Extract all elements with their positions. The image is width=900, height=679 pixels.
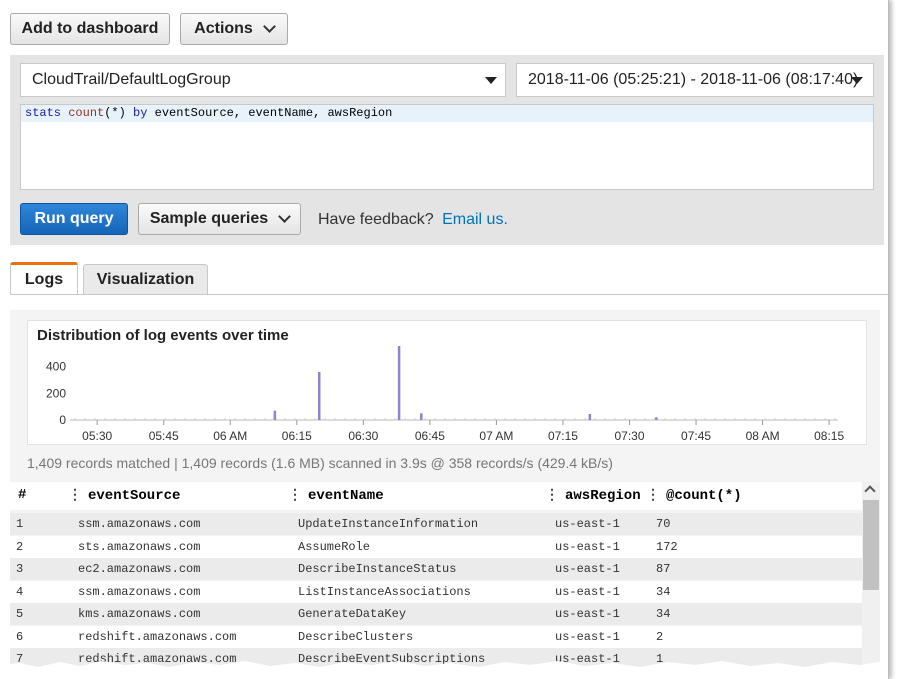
cell-number: 3	[16, 562, 24, 576]
cell-aws-region: us-east-1	[555, 629, 620, 644]
tab-visualization[interactable]: Visualization	[83, 264, 208, 295]
scrollbar-thumb[interactable]	[863, 500, 879, 590]
column-handle-icon: ⋮	[545, 488, 559, 504]
column-handle-icon: ⋮	[646, 488, 660, 504]
actions-label: Actions	[194, 20, 253, 37]
query-args: (*)	[104, 106, 126, 120]
cell-event-source: ec2.amazonaws.com	[78, 562, 201, 576]
cell-number: 6	[16, 629, 24, 644]
email-us-link[interactable]: Email us.	[442, 211, 508, 228]
cell-event-name: AssumeRole	[298, 539, 371, 554]
cell-aws-region: us-east-1	[555, 517, 620, 531]
add-to-dashboard-button[interactable]: Add to dashboard	[10, 13, 170, 45]
actions-button[interactable]: Actions	[180, 13, 288, 45]
cell-event-source: ssm.amazonaws.com	[78, 517, 201, 531]
cell-event-name: DescribeClusters	[298, 629, 414, 644]
table-row[interactable]: 2 sts.amazonaws.com AssumeRole us-east-1 172	[10, 535, 862, 558]
col-header-number: #	[18, 487, 27, 503]
col-header-event-source[interactable]: ⋮ eventSource	[68, 487, 180, 504]
cell-aws-region: us-east-1	[555, 539, 620, 554]
cell-number: 1	[16, 517, 24, 531]
query-line: stats count(*) by eventSource, eventName…	[21, 105, 873, 122]
log-group-value: CloudTrail/DefaultLogGroup	[32, 71, 231, 88]
cell-event-name: GenerateDataKey	[298, 607, 407, 621]
cell-event-name: UpdateInstanceInformation	[298, 517, 479, 531]
query-command: stats	[25, 106, 62, 120]
query-fields: eventSource, eventName, awsRegion	[154, 106, 393, 120]
feedback-label: Have feedback?	[318, 211, 434, 228]
torn-edge	[0, 661, 888, 679]
cell-count: 34	[656, 607, 671, 621]
cell-aws-region: us-east-1	[555, 584, 620, 599]
cell-aws-region: us-east-1	[555, 562, 620, 576]
dropdown-caret-icon	[851, 77, 863, 84]
tab-visualization-label: Visualization	[96, 271, 195, 288]
time-range-value: 2018-11-06 (05:25:21) - 2018-11-06 (08:1…	[528, 71, 859, 88]
scroll-up-icon[interactable]	[864, 485, 876, 497]
cell-event-source: redshift.amazonaws.com	[78, 629, 237, 644]
query-function: count	[68, 106, 105, 120]
cell-event-source: ssm.amazonaws.com	[78, 584, 201, 599]
table-scrollbar[interactable]	[862, 482, 880, 679]
column-handle-icon: ⋮	[288, 488, 302, 504]
tab-logs[interactable]: Logs	[10, 262, 78, 295]
cell-count: 34	[656, 584, 671, 599]
col-header-event-name[interactable]: ⋮ eventName	[288, 487, 384, 504]
col-header-aws-region[interactable]: ⋮ awsRegion	[545, 487, 641, 504]
col-label: @count(*)	[666, 488, 742, 504]
run-query-button[interactable]: Run query	[20, 203, 128, 235]
table-row[interactable]: 5 kms.amazonaws.com GenerateDataKey us-east…	[10, 603, 862, 625]
cell-event-name: DescribeInstanceStatus	[298, 562, 457, 576]
sample-queries-label: Sample queries	[149, 210, 269, 227]
log-group-select[interactable]: CloudTrail/DefaultLogGroup	[20, 63, 506, 97]
query-by-keyword: by	[133, 106, 148, 120]
cell-number: 5	[16, 607, 24, 621]
cell-count: 87	[656, 562, 671, 576]
table-row[interactable]: 6 redshift.amazonaws.com DescribeClusters u…	[10, 625, 862, 648]
col-header-count[interactable]: ⋮ @count(*)	[646, 487, 742, 504]
cell-event-source: kms.amazonaws.com	[78, 607, 201, 621]
table-row[interactable]: 4 ssm.amazonaws.com ListInstanceAssociatio…	[10, 580, 862, 603]
query-editor[interactable]: stats count(*) by eventSource, eventName…	[20, 104, 874, 190]
tab-logs-label: Logs	[24, 271, 64, 288]
feedback-text: Have feedback? Email us.	[318, 211, 508, 229]
time-range-select[interactable]: 2018-11-06 (05:25:21) - 2018-11-06 (08:1…	[516, 63, 874, 97]
cell-aws-region: us-east-1	[555, 607, 620, 621]
dropdown-caret-icon	[485, 77, 497, 84]
cell-count: 70	[656, 517, 671, 531]
col-label: eventSource	[88, 488, 181, 504]
col-label: eventName	[308, 488, 384, 504]
sample-queries-button[interactable]: Sample queries	[138, 203, 301, 235]
col-label: awsRegion	[565, 488, 641, 504]
chart-title: Distribution of log events over time	[37, 327, 289, 344]
cell-count: 172	[656, 539, 678, 554]
table-header: # ⋮ eventSource ⋮ eventName ⋮ awsRegion ⋮ @c…	[10, 482, 862, 510]
table-row[interactable]: 1 ssm.amazonaws.com UpdateInstanceInformat…	[10, 513, 862, 535]
table-row[interactable]: 3 ec2.amazonaws.com DescribeInstanceStatus…	[10, 558, 862, 580]
chevron-down-icon	[262, 20, 276, 33]
cell-event-source: sts.amazonaws.com	[78, 539, 201, 554]
records-summary: 1,409 records matched | 1,409 records (1…	[27, 455, 613, 471]
cell-number: 4	[16, 584, 24, 599]
chevron-down-icon	[278, 210, 292, 223]
tab-divider	[10, 294, 888, 295]
column-handle-icon: ⋮	[68, 488, 82, 504]
insights-window: Add to dashboard Actions CloudTrail/Defa…	[0, 0, 889, 679]
run-query-label: Run query	[34, 210, 114, 227]
cell-event-name: ListInstanceAssociations	[298, 584, 471, 599]
add-to-dashboard-label: Add to dashboard	[21, 20, 159, 37]
cell-count: 2	[656, 629, 664, 644]
cell-number: 2	[16, 539, 24, 554]
